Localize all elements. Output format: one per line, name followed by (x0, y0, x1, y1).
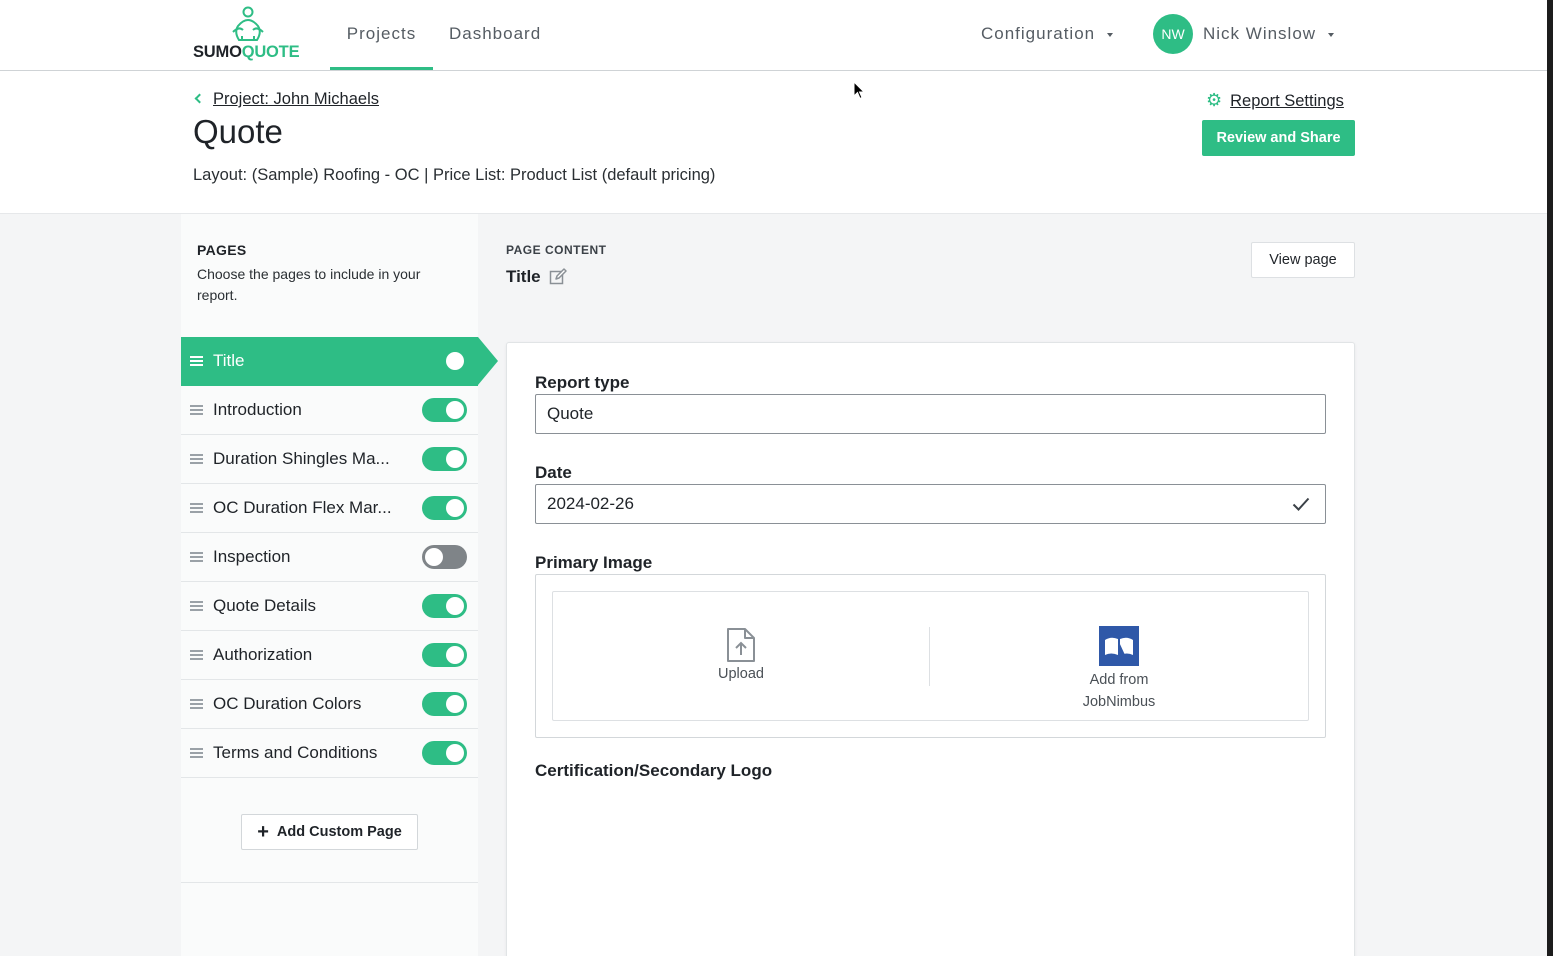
report-type-label: Report type (535, 373, 630, 392)
jobnimbus-logo-icon (1099, 626, 1139, 666)
page-content-name: Title (506, 267, 541, 286)
date-input[interactable] (535, 484, 1326, 524)
jobnimbus-label-line2: JobNimbus (1082, 694, 1156, 710)
mouse-pointer-icon (853, 81, 865, 100)
sidebar-divider (181, 882, 478, 883)
sumo-wrestler-icon (232, 6, 264, 41)
toggle-knob (446, 597, 464, 615)
page-toggle[interactable] (422, 545, 467, 569)
logo-text-part1: SUMO (193, 43, 242, 61)
report-type-input[interactable] (535, 394, 1326, 434)
user-avatar[interactable]: NW (1153, 14, 1193, 54)
page-content-heading: PAGE CONTENT (506, 243, 607, 257)
page-item-label: Duration Shingles Ma... (213, 449, 390, 468)
page-item-duration-shingles[interactable]: Duration Shingles Ma... (181, 435, 478, 484)
caret-down-icon (1107, 32, 1114, 37)
toggle-knob (446, 646, 464, 664)
report-settings-label: Report Settings (1230, 92, 1344, 110)
drag-handle-icon[interactable] (190, 748, 203, 758)
view-page-button[interactable]: View page (1251, 242, 1355, 278)
nav-projects-tab[interactable]: Projects (330, 0, 433, 70)
toggle-knob (425, 548, 443, 566)
page-toggle[interactable] (422, 496, 467, 520)
primary-image-options (552, 591, 1309, 721)
report-settings-link[interactable]: ⚙ Report Settings (1206, 90, 1344, 111)
page-item-label: Inspection (213, 547, 291, 566)
nav-dashboard-tab[interactable]: Dashboard (449, 0, 541, 70)
caret-down-icon (1328, 32, 1335, 37)
check-icon (1292, 497, 1310, 511)
back-link-label: Project: John Michaels (213, 90, 379, 108)
page-title: Quote (193, 113, 283, 150)
user-menu[interactable]: Nick Winslow (1203, 0, 1335, 70)
page-item-label: OC Duration Flex Mar... (213, 498, 392, 517)
toggle-knob (446, 744, 464, 762)
review-and-share-button[interactable]: Review and Share (1202, 120, 1355, 156)
toggle-knob (446, 450, 464, 468)
pages-heading: PAGES (197, 242, 247, 258)
page-item-label: Authorization (213, 645, 313, 664)
jobnimbus-label: Add from JobNimbus (1063, 669, 1175, 713)
chevron-left-icon (194, 93, 205, 104)
layout-info: Layout: (Sample) Roofing - OC | Price Li… (193, 166, 716, 184)
drag-handle-icon[interactable] (190, 601, 203, 611)
upload-label: Upload (718, 666, 764, 682)
window-edge (1547, 0, 1553, 956)
plus-icon: + (257, 820, 269, 843)
sumoquote-logo[interactable]: SUMOQUOTE (193, 6, 305, 62)
drag-handle-icon[interactable] (190, 503, 203, 513)
primary-image-label: Primary Image (535, 553, 653, 572)
page-item-inspection[interactable]: Inspection (181, 533, 478, 582)
drag-handle-icon[interactable] (190, 405, 203, 415)
toggle-knob (446, 352, 464, 370)
page-toggle[interactable] (422, 398, 467, 422)
add-from-jobnimbus-button[interactable]: Add from JobNimbus (1063, 625, 1175, 711)
drag-handle-icon[interactable] (190, 650, 203, 660)
configuration-label: Configuration (981, 24, 1096, 43)
upload-image-button[interactable]: Upload (690, 626, 792, 688)
logo-text-part2: QUOTE (241, 43, 300, 61)
gear-icon: ⚙ (1206, 90, 1223, 110)
toggle-knob (446, 695, 464, 713)
image-options-divider (929, 627, 930, 686)
page-toggle[interactable] (422, 741, 467, 765)
drag-handle-icon[interactable] (190, 552, 203, 562)
drag-handle-icon[interactable] (190, 699, 203, 709)
user-name: Nick Winslow (1203, 24, 1317, 43)
page-toggle[interactable] (422, 594, 467, 618)
page-item-title[interactable]: Title (181, 337, 498, 386)
jobnimbus-label-line1: Add from (1089, 672, 1149, 688)
page-toggle[interactable] (422, 643, 467, 667)
page-toggle[interactable] (422, 447, 467, 471)
add-custom-page-button[interactable]: + Add Custom Page (241, 814, 418, 850)
add-custom-page-label: Add Custom Page (276, 823, 402, 840)
pages-description: Choose the pages to include in your repo… (197, 266, 421, 303)
page-item-quote-details[interactable]: Quote Details (181, 582, 478, 631)
page-item-label: Title (213, 351, 245, 370)
top-nav: SUMOQUOTE Projects Dashboard Configurati… (0, 0, 1553, 71)
logo-wordmark: SUMOQUOTE (193, 43, 300, 62)
page-item-label: Terms and Conditions (213, 743, 378, 762)
page-item-label: Introduction (213, 400, 302, 419)
page-toggle[interactable] (422, 692, 467, 716)
page-toggle[interactable] (422, 349, 467, 373)
toggle-knob (446, 499, 464, 517)
page-item-oc-duration-flex[interactable]: OC Duration Flex Mar... (181, 484, 478, 533)
configuration-menu[interactable]: Configuration (981, 0, 1114, 70)
toggle-knob (446, 401, 464, 419)
page-list: Title Introduction Duration Shingles Ma.… (181, 337, 498, 778)
page-item-oc-duration-colors[interactable]: OC Duration Colors (181, 680, 478, 729)
file-upload-icon (727, 628, 755, 662)
back-to-project-link[interactable]: Project: John Michaels (193, 90, 379, 109)
date-label: Date (535, 463, 572, 482)
page-item-label: Quote Details (213, 596, 316, 615)
drag-handle-icon[interactable] (190, 454, 203, 464)
edit-icon[interactable] (549, 268, 567, 286)
secondary-logo-label: Certification/Secondary Logo (535, 761, 773, 780)
page-item-authorization[interactable]: Authorization (181, 631, 478, 680)
drag-handle-icon[interactable] (190, 356, 203, 366)
page-item-introduction[interactable]: Introduction (181, 386, 478, 435)
page-item-terms-and-conditions[interactable]: Terms and Conditions (181, 729, 478, 778)
page-item-label: OC Duration Colors (213, 694, 362, 713)
